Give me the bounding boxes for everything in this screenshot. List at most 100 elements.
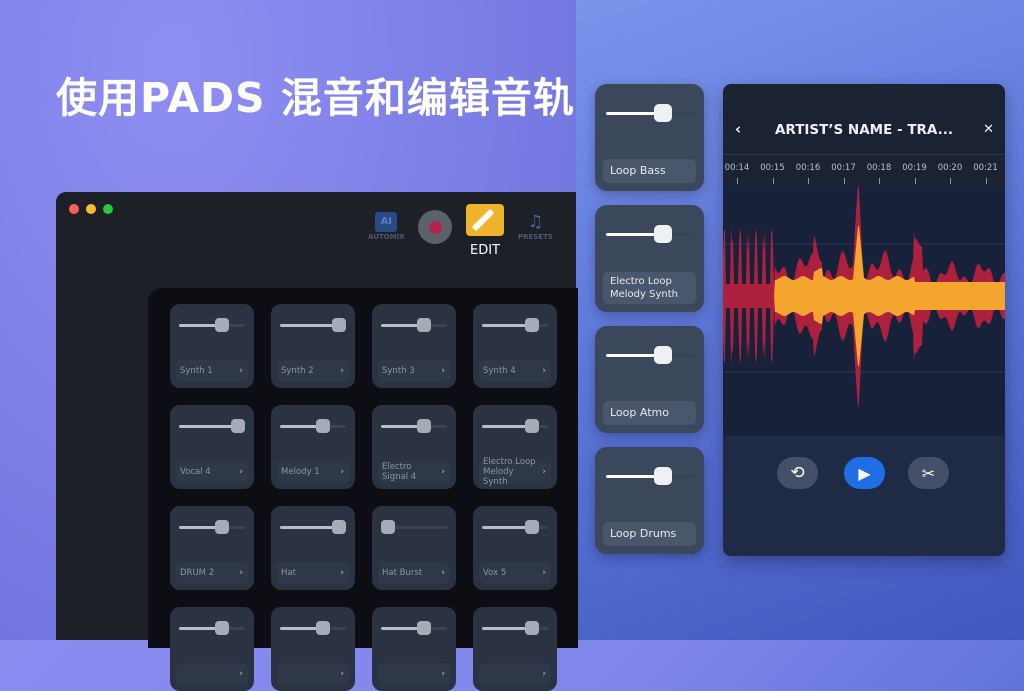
presets-button[interactable]: ♫ PRESETS <box>518 212 553 241</box>
play-button[interactable]: ▶ <box>844 457 885 489</box>
pad-label[interactable]: Vocal 4 › <box>176 461 248 483</box>
volume-slider[interactable] <box>606 225 694 243</box>
chevron-right-icon: › <box>441 366 445 376</box>
pad-label[interactable]: › <box>479 663 551 685</box>
time-tick <box>950 178 951 184</box>
loop-pad-label: Loop Atmo <box>603 401 696 425</box>
slider-handle[interactable] <box>416 621 431 635</box>
pad[interactable]: Electro Signal 4 › <box>372 405 456 489</box>
volume-slider[interactable] <box>179 318 245 332</box>
chevron-right-icon: › <box>340 467 344 477</box>
pad-label[interactable]: › <box>277 663 349 685</box>
time-tick <box>843 178 845 184</box>
volume-slider[interactable] <box>381 419 447 433</box>
volume-slider[interactable] <box>482 520 548 534</box>
volume-slider[interactable] <box>280 520 347 534</box>
pad[interactable]: Hat › <box>271 506 355 590</box>
slider-handle[interactable] <box>416 419 431 433</box>
pad[interactable]: › <box>372 607 456 691</box>
slider-handle[interactable] <box>214 318 229 332</box>
cut-button[interactable]: ✂ <box>908 457 949 489</box>
slider-handle[interactable] <box>654 467 673 485</box>
loop-pad[interactable]: Loop Bass <box>595 84 704 191</box>
slider-handle[interactable] <box>416 318 431 332</box>
volume-slider[interactable] <box>280 419 346 433</box>
pad-label[interactable]: DRUM 2 › <box>176 562 248 584</box>
automix-button[interactable]: AI AUTOMIX <box>368 212 405 241</box>
pad-label[interactable]: Electro Signal 4 › <box>378 461 450 483</box>
pad-label[interactable]: Electro Loop Melody Synth › <box>479 457 551 487</box>
timeline[interactable]: 00:14 00:15 00:16 00:17 00:18 00:19 00:20 00:21 <box>723 156 1005 186</box>
pad[interactable]: Vocal 4 › <box>170 405 254 489</box>
slider-handle[interactable] <box>315 419 330 433</box>
volume-slider[interactable] <box>482 318 548 332</box>
pad-label[interactable]: › <box>176 663 248 685</box>
pad[interactable]: Synth 2 › <box>271 304 355 388</box>
pad-label[interactable]: Synth 1 › <box>176 360 248 382</box>
play-icon: ▶ <box>858 463 871 483</box>
presets-label: PRESETS <box>518 233 553 241</box>
slider-handle[interactable] <box>654 346 673 364</box>
slider-handle[interactable] <box>524 419 539 433</box>
pad-label[interactable]: › <box>378 663 450 685</box>
slider-handle[interactable] <box>654 104 673 122</box>
volume-slider[interactable] <box>606 467 694 485</box>
loop-pad[interactable]: Loop Atmo <box>595 326 704 433</box>
pad[interactable]: Electro Loop Melody Synth › <box>473 405 557 489</box>
volume-slider[interactable] <box>482 419 548 433</box>
volume-slider[interactable] <box>381 318 447 332</box>
chevron-right-icon: › <box>239 669 243 679</box>
pad[interactable]: Synth 1 › <box>170 304 254 388</box>
pad-label[interactable]: Vox 5 › <box>479 562 551 584</box>
volume-slider[interactable] <box>280 318 347 332</box>
volume-slider[interactable] <box>380 520 447 534</box>
volume-slider[interactable] <box>606 346 694 364</box>
pad-label[interactable]: Synth 2 › <box>277 360 349 382</box>
loop-pad[interactable]: Loop Drums <box>595 447 704 554</box>
slider-handle[interactable] <box>524 520 539 534</box>
pad-label[interactable]: Hat › <box>277 562 349 584</box>
pad[interactable]: › <box>271 607 355 691</box>
pad-label[interactable]: Synth 4 › <box>479 360 551 382</box>
pad[interactable]: › <box>170 607 254 691</box>
loop-pad[interactable]: Electro Loop Melody Synth <box>595 205 704 312</box>
maximize-window-button[interactable] <box>103 204 113 214</box>
volume-slider[interactable] <box>482 621 548 635</box>
slider-handle[interactable] <box>214 520 229 534</box>
waveform[interactable] <box>723 184 1005 436</box>
volume-slider[interactable] <box>381 621 447 635</box>
slider-handle[interactable] <box>524 621 539 635</box>
slider-handle[interactable] <box>332 318 347 332</box>
volume-slider[interactable] <box>280 621 346 635</box>
pad[interactable]: Synth 3 › <box>372 304 456 388</box>
slider-handle[interactable] <box>380 520 395 534</box>
slider-handle[interactable] <box>524 318 539 332</box>
pad-label[interactable]: Synth 3 › <box>378 360 450 382</box>
pad[interactable]: DRUM 2 › <box>170 506 254 590</box>
slider-handle[interactable] <box>231 419 246 433</box>
minimize-window-button[interactable] <box>86 204 96 214</box>
slider-handle[interactable] <box>315 621 330 635</box>
volume-slider[interactable] <box>179 520 245 534</box>
record-button[interactable] <box>418 210 452 244</box>
pad[interactable]: › <box>473 607 557 691</box>
slider-handle[interactable] <box>332 520 347 534</box>
pad-name: Electro Loop Melody Synth <box>483 457 536 487</box>
volume-slider[interactable] <box>179 621 245 635</box>
pencil-icon <box>466 204 504 236</box>
slider-handle[interactable] <box>214 621 229 635</box>
pad-label[interactable]: Hat Burst › <box>378 562 450 584</box>
undo-button[interactable]: ⟲ <box>777 457 818 489</box>
pad-label[interactable]: Melody 1 › <box>277 461 349 483</box>
close-button[interactable]: ✕ <box>983 122 994 137</box>
volume-slider[interactable] <box>606 104 694 122</box>
pad[interactable]: Synth 4 › <box>473 304 557 388</box>
slider-handle[interactable] <box>654 225 673 243</box>
pad[interactable]: Hat Burst › <box>372 506 456 590</box>
edit-button[interactable]: EDIT <box>466 204 504 258</box>
chevron-right-icon: › <box>542 467 546 477</box>
close-window-button[interactable] <box>69 204 79 214</box>
volume-slider[interactable] <box>179 419 246 433</box>
pad[interactable]: Melody 1 › <box>271 405 355 489</box>
pad[interactable]: Vox 5 › <box>473 506 557 590</box>
